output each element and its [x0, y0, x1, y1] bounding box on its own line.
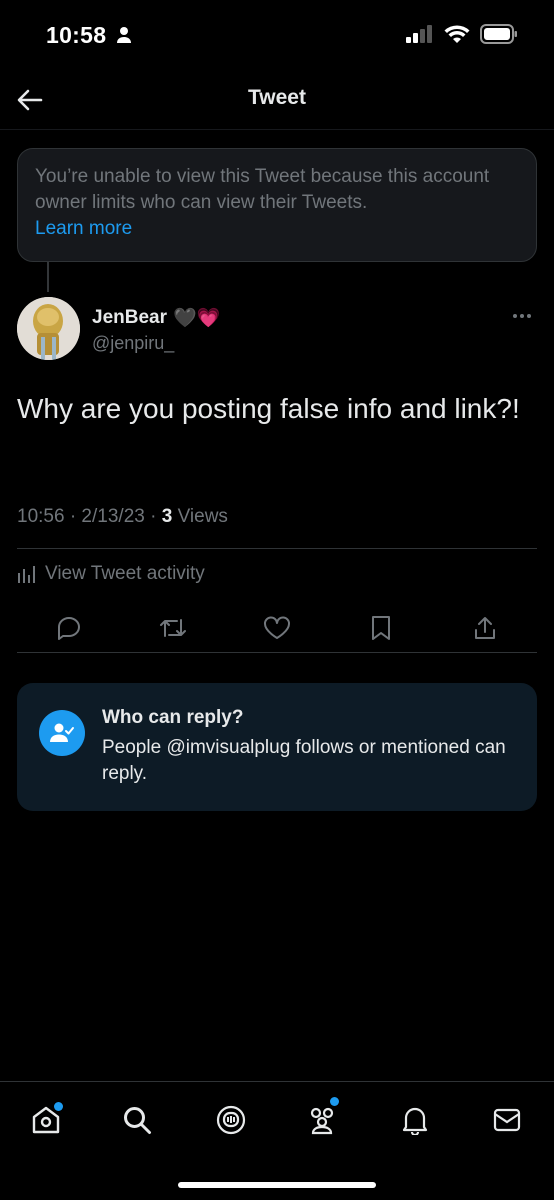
page-title: Tweet — [248, 86, 306, 109]
tab-notifications[interactable] — [395, 1100, 435, 1140]
tab-search[interactable] — [117, 1100, 157, 1140]
bookmark-button[interactable] — [363, 610, 399, 646]
communities-icon — [310, 1107, 334, 1135]
tab-home[interactable] — [26, 1100, 66, 1140]
home-indicator[interactable] — [178, 1182, 376, 1188]
status-indicators — [406, 24, 518, 49]
views-count: 3 — [161, 506, 173, 527]
bottom-tab-bar — [0, 1081, 554, 1200]
battery-icon — [480, 24, 518, 49]
tweet-text: Why are you posting false info and link?… — [17, 393, 520, 424]
reply-icon — [58, 617, 80, 640]
author-name[interactable]: JenBear 🖤💗 — [92, 306, 221, 330]
author-handle[interactable]: @jenpiru_ — [92, 333, 174, 354]
divider — [17, 652, 537, 653]
who-can-reply-title: Who can reply? — [102, 707, 244, 728]
activity-label: View Tweet activity — [45, 563, 205, 584]
search-icon — [124, 1107, 151, 1134]
tweet-actions — [17, 610, 537, 646]
status-time: 10:58 — [46, 22, 107, 48]
person-icon — [116, 26, 132, 49]
messages-icon — [493, 1108, 521, 1132]
retweet-button[interactable] — [155, 610, 191, 646]
author-emoji: 🖤💗 — [173, 307, 221, 329]
views-label: Views — [172, 506, 228, 527]
notification-dot — [54, 1102, 63, 1111]
tab-messages[interactable] — [487, 1100, 527, 1140]
share-icon — [475, 617, 495, 639]
like-button[interactable] — [259, 610, 295, 646]
wifi-icon — [444, 24, 470, 49]
user-check-icon — [39, 710, 85, 756]
learn-more-link[interactable]: Learn more — [35, 216, 519, 242]
header: Tweet — [0, 70, 554, 130]
bar-chart-icon — [18, 566, 35, 583]
tab-spaces[interactable] — [211, 1100, 251, 1140]
thread-connector — [47, 262, 49, 292]
tweet-timestamp: 10:56 · 2/13/23 · — [17, 506, 162, 527]
avatar[interactable] — [17, 297, 80, 360]
tweet-meta: 10:56 · 2/13/23 · 3 Views — [17, 506, 228, 528]
status-bar: 10:58 — [0, 0, 554, 70]
who-can-reply-description: People @imvisualplug follows or mentione… — [102, 737, 506, 784]
unavailable-tweet-card: You’re unable to view this Tweet because… — [17, 148, 537, 262]
signal-icon — [406, 25, 434, 48]
share-button[interactable] — [467, 610, 503, 646]
tab-communities[interactable] — [303, 1097, 343, 1140]
author-display-name: JenBear — [92, 306, 167, 328]
bookmark-icon — [372, 616, 390, 640]
who-can-reply-card: Who can reply? People @imvisualplug foll… — [17, 683, 537, 811]
unavailable-message: You’re unable to view this Tweet because… — [35, 166, 490, 213]
more-options-button[interactable] — [510, 306, 534, 326]
notifications-icon — [402, 1107, 428, 1135]
reply-button[interactable] — [51, 610, 87, 646]
retweet-icon — [160, 619, 186, 637]
notification-dot — [330, 1097, 339, 1106]
spaces-icon — [216, 1105, 246, 1135]
ellipsis-icon — [513, 314, 531, 318]
view-tweet-activity[interactable]: View Tweet activity — [17, 563, 205, 585]
divider — [17, 548, 537, 549]
like-icon — [264, 616, 290, 639]
